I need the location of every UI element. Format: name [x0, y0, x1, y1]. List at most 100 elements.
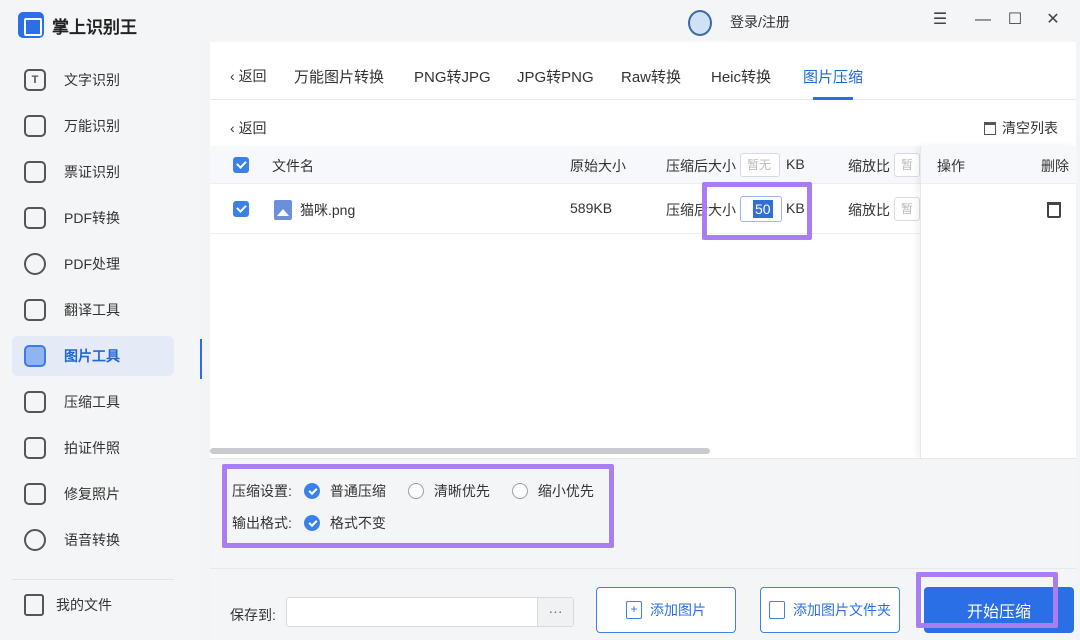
operations-panel: 操作 删除: [920, 146, 1077, 458]
save-to-label: 保存到:: [230, 607, 276, 623]
tab-jpg-to-png[interactable]: JPG转PNG: [517, 66, 594, 87]
tab-back-label: 返回: [238, 68, 267, 84]
select-all-checkbox[interactable]: [233, 157, 249, 173]
radio-normal-compress[interactable]: [303, 483, 320, 499]
minimize-button[interactable]: —: [973, 10, 993, 30]
ticket-recognition-icon: [24, 161, 46, 183]
start-compress-button[interactable]: 开始压缩: [924, 587, 1074, 633]
tab-image-compress[interactable]: 图片压缩: [803, 66, 863, 87]
sidebar-divider: [12, 579, 174, 580]
title-bar: 登录/注册 ☰ — ☐ ✕: [200, 0, 1080, 42]
sidebar-item-universal-recognition[interactable]: 万能识别: [12, 106, 174, 146]
output-format-label: 输出格式:: [232, 515, 292, 531]
browse-button[interactable]: ···: [537, 598, 573, 626]
tab-png-to-jpg[interactable]: PNG转JPG: [414, 66, 491, 87]
sidebar-item-image-tools[interactable]: 图片工具: [12, 336, 174, 376]
radio-size-first[interactable]: [511, 483, 528, 499]
sidebar-item-label: PDF处理: [64, 256, 120, 272]
tab-bar: ‹ 返回 万能图片转换 PNG转JPG JPG转PNG Raw转换 Heic转换…: [210, 42, 1076, 100]
tab-active-underline: [813, 97, 853, 100]
sidebar-item-pdf-process[interactable]: PDF处理: [12, 244, 174, 284]
option-keep-format: 格式不变: [329, 515, 386, 531]
tab-heic-convert[interactable]: Heic转换: [711, 66, 771, 87]
delete-row-icon[interactable]: [1047, 202, 1061, 218]
document-icon: [24, 594, 44, 616]
save-path-input[interactable]: ···: [286, 597, 574, 627]
row-compressed-label: 压缩后大小: [666, 202, 736, 218]
row-scale-input[interactable]: 暂无: [894, 197, 920, 221]
checkbox-keep-format[interactable]: [303, 515, 320, 531]
sidebar-item-pdf-convert[interactable]: PDF转换: [12, 198, 174, 238]
add-image-button[interactable]: + 添加图片: [596, 587, 736, 633]
trash-icon: [984, 121, 996, 135]
my-files-label: 我的文件: [56, 597, 112, 613]
sidebar-item-translate[interactable]: 翻译工具: [12, 290, 174, 330]
maximize-button[interactable]: ☐: [1005, 10, 1025, 30]
row-checkbox[interactable]: [233, 201, 249, 217]
sidebar-item-ticket-recognition[interactable]: 票证识别: [12, 152, 174, 192]
radio-clarity-first[interactable]: [407, 483, 424, 499]
operations-header: 操作 删除: [921, 146, 1077, 184]
sidebar-item-label: 文字识别: [64, 72, 120, 88]
table-row: 猫咪.png 589KB 压缩后大小 KB 缩放比 暂无: [210, 184, 920, 234]
image-tools-icon: [24, 345, 46, 367]
sidebar-item-label: 万能识别: [64, 118, 120, 134]
target-size-value: 50: [753, 200, 773, 218]
option-size-first: 缩小优先: [537, 483, 594, 499]
horizontal-scrollbar[interactable]: [210, 448, 710, 454]
sidebar-item-label: 票证识别: [64, 164, 120, 180]
option-normal-compress: 普通压缩: [329, 483, 386, 499]
back-button[interactable]: ‹ 返回: [230, 118, 267, 138]
sidebar-item-id-photo[interactable]: 拍证件照: [12, 428, 174, 468]
bottom-bar: 保存到: ··· + 添加图片 添加图片文件夹 开始压缩: [210, 568, 1076, 640]
add-image-icon: +: [626, 601, 642, 619]
tab-universal-convert[interactable]: 万能图片转换: [294, 66, 384, 87]
clear-list-label: 清空列表: [1002, 120, 1058, 136]
menu-icon[interactable]: ☰: [930, 10, 950, 30]
row-original-size: 589KB: [570, 200, 613, 216]
add-folder-label: 添加图片文件夹: [793, 602, 891, 618]
tab-raw-convert[interactable]: Raw转换: [621, 66, 681, 87]
sidebar-item-repair-photo[interactable]: 修复照片: [12, 474, 174, 514]
id-photo-icon: [24, 437, 46, 459]
header-operations: 操作: [937, 158, 965, 174]
text-recognition-icon: T: [24, 69, 46, 91]
app-logo-icon: [18, 12, 44, 38]
option-clarity-first: 清晰优先: [433, 483, 490, 499]
universal-recognition-icon: [24, 115, 46, 137]
compress-settings-label: 压缩设置:: [232, 483, 292, 499]
batch-size-input[interactable]: 暂无: [740, 153, 780, 177]
header-size-unit: KB: [786, 156, 805, 172]
app-title: 掌上识别王: [52, 17, 137, 37]
add-folder-button[interactable]: 添加图片文件夹: [760, 587, 900, 633]
translate-icon: [24, 299, 46, 321]
main-panel: ‹ 返回 万能图片转换 PNG转JPG JPG转PNG Raw转换 Heic转换…: [210, 42, 1077, 640]
batch-scale-input[interactable]: 暂无: [894, 153, 920, 177]
sidebar-item-label: 修复照片: [64, 486, 120, 502]
back-label: 返回: [238, 120, 267, 136]
sidebar-item-text-recognition[interactable]: T 文字识别: [12, 60, 174, 100]
close-button[interactable]: ✕: [1043, 10, 1063, 30]
sidebar-item-label: 语音转换: [64, 532, 120, 548]
target-size-input[interactable]: 50: [740, 196, 782, 222]
sidebar-item-label: 图片工具: [64, 348, 120, 364]
my-files-link[interactable]: 我的文件: [24, 594, 112, 616]
sidebar: 掌上识别王 T 文字识别 万能识别 票证识别 PDF转换 PDF处理 翻译工具: [0, 0, 200, 640]
compress-mode-row: 压缩设置: 普通压缩 清晰优先 缩小优先: [232, 481, 616, 501]
folder-icon: [769, 601, 785, 619]
header-compressed-size: 压缩后大小: [666, 158, 736, 174]
row-scale-label: 缩放比: [848, 202, 890, 218]
pdf-process-icon: [24, 253, 46, 275]
tab-back-button[interactable]: ‹ 返回: [230, 66, 267, 86]
user-avatar-icon[interactable]: [688, 10, 712, 36]
sidebar-item-label: PDF转换: [64, 210, 120, 226]
compression-settings: 压缩设置: 普通压缩 清晰优先 缩小优先 输出格式: 格式不变: [210, 458, 1076, 568]
sidebar-menu: T 文字识别 万能识别 票证识别 PDF转换 PDF处理 翻译工具 图片工具 压…: [12, 60, 174, 566]
pdf-convert-icon: [24, 207, 46, 229]
row-filename: 猫咪.png: [300, 202, 356, 218]
header-filename: 文件名: [272, 158, 314, 174]
login-register-link[interactable]: 登录/注册: [730, 12, 790, 32]
sidebar-item-voice-convert[interactable]: 语音转换: [12, 520, 174, 560]
clear-list-button[interactable]: 清空列表: [984, 118, 1058, 138]
sidebar-item-compress[interactable]: 压缩工具: [12, 382, 174, 422]
